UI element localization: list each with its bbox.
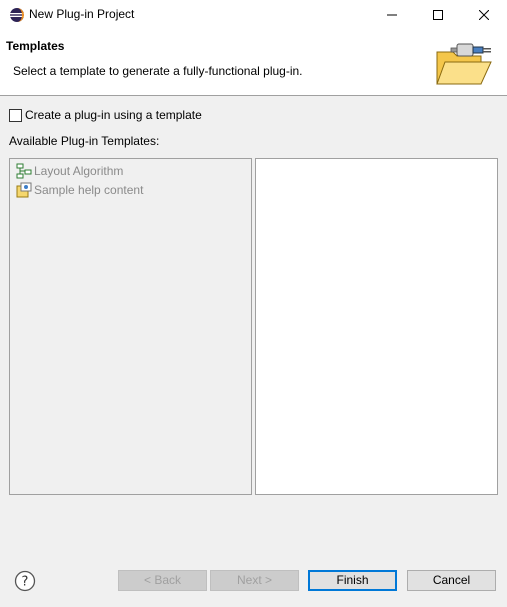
maximize-icon <box>433 10 443 20</box>
minimize-icon <box>387 14 397 16</box>
page-title: Templates <box>6 39 65 53</box>
layout-algorithm-icon <box>16 163 32 179</box>
help-icon: ? <box>14 570 36 592</box>
next-button[interactable]: Next > <box>210 570 299 591</box>
list-item-label: Layout Algorithm <box>34 164 124 178</box>
use-template-checkbox[interactable] <box>9 109 22 122</box>
page-description: Select a template to generate a fully-fu… <box>13 64 303 78</box>
finish-button[interactable]: Finish <box>308 570 397 591</box>
cancel-button[interactable]: Cancel <box>407 570 496 591</box>
back-button[interactable]: < Back <box>118 570 207 591</box>
templates-list[interactable]: Layout Algorithm Sample help content <box>9 158 252 495</box>
help-content-icon <box>16 182 32 198</box>
close-button[interactable] <box>461 0 507 30</box>
title-bar: New Plug-in Project <box>0 0 507 30</box>
template-description-pane <box>255 158 498 495</box>
wizard-header: Templates Select a template to generate … <box>0 30 507 96</box>
minimize-button[interactable] <box>369 0 415 30</box>
use-template-label[interactable]: Create a plug-in using a template <box>25 108 202 122</box>
available-templates-label: Available Plug-in Templates: <box>9 134 160 148</box>
eclipse-icon <box>9 7 25 23</box>
list-item-label: Sample help content <box>34 183 144 197</box>
plugin-folder-wizard-icon <box>433 38 495 91</box>
svg-text:?: ? <box>22 575 29 590</box>
window-title: New Plug-in Project <box>29 7 135 21</box>
maximize-button[interactable] <box>415 0 461 30</box>
help-button[interactable]: ? <box>14 570 36 592</box>
close-icon <box>479 10 489 20</box>
